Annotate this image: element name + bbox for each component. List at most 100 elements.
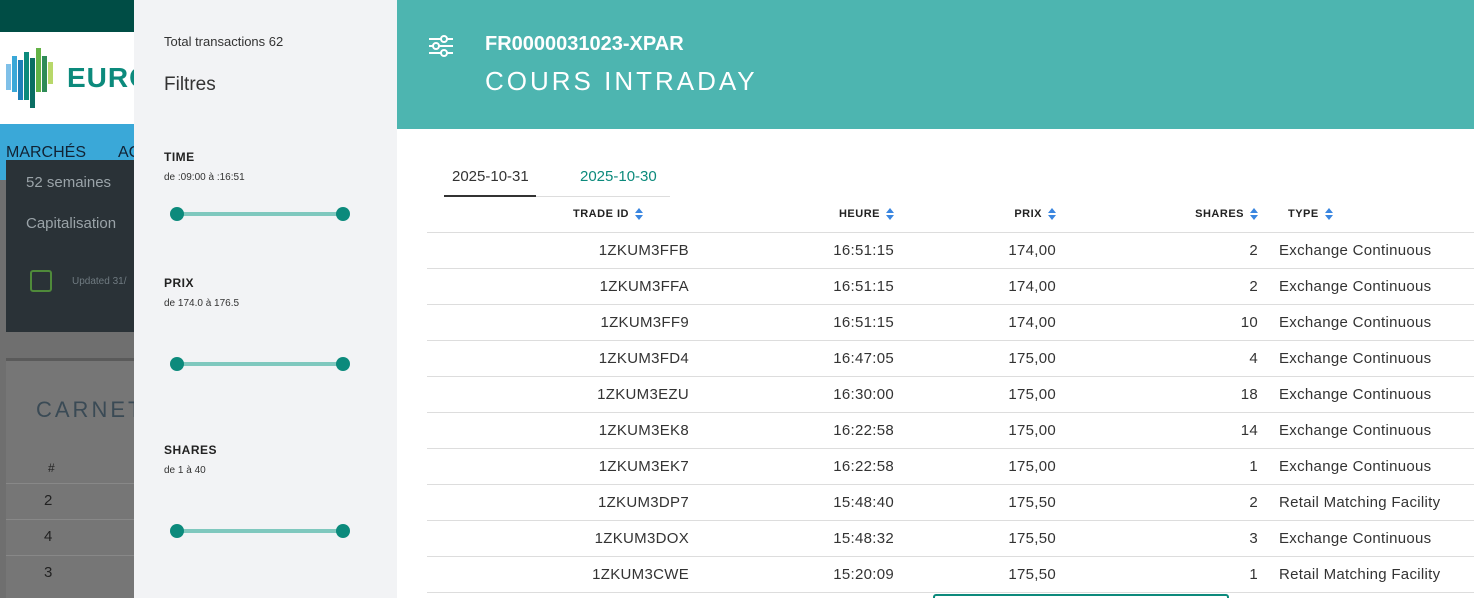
slider-track (174, 212, 346, 216)
sort-arrows-icon[interactable] (1324, 208, 1333, 221)
sort-arrows-icon[interactable] (1250, 208, 1258, 221)
prix-cell: 175,00 (894, 340, 1056, 377)
table-header-row: TRADE ID HEURE PRIX SHARES TYPE (427, 197, 1474, 233)
column-header-shares[interactable]: SHARES (1056, 197, 1258, 233)
prix-cell: 175,00 (894, 412, 1056, 449)
table-row: 1ZKUM3FFA 16:51:15 174,00 2 Exchange Continu… (427, 268, 1474, 305)
trade-id-cell: 1ZKUM3FF9 (427, 304, 689, 341)
filters-title: Filtres (164, 74, 216, 95)
filter-group-time: TIME de :09:00 à :16:51 (164, 150, 364, 183)
shares-cell: 1 (1056, 448, 1258, 485)
prix-cell: 174,00 (894, 232, 1056, 269)
carnet-hash-header: # (48, 461, 55, 475)
heure-cell: 16:51:15 (689, 304, 894, 341)
trade-id-cell: 1ZKUM3EK8 (427, 412, 689, 449)
heure-cell: 15:20:09 (689, 556, 894, 593)
prix-cell: 175,50 (894, 520, 1056, 557)
shares-cell: 2 (1056, 268, 1258, 305)
transactions-table: TRADE ID HEURE PRIX SHARES TYPE 1ZKUM3FF… (427, 197, 1474, 593)
filter-range-time: de :09:00 à :16:51 (164, 172, 245, 183)
column-header-type[interactable]: TYPE (1258, 197, 1474, 233)
time-range-slider[interactable] (170, 207, 350, 221)
filters-panel: Total transactions 62 Filtres TIME de :0… (134, 0, 397, 598)
euronext-logo-icon (6, 48, 53, 108)
panel-subtitle: COURS INTRADAY (485, 66, 758, 96)
heure-cell: 16:51:15 (689, 268, 894, 305)
slider-handle-max[interactable] (336, 357, 350, 371)
refresh-icon (30, 270, 52, 292)
table-row: 1ZKUM3EK7 16:22:58 175,00 1 Exchange Continu… (427, 448, 1474, 485)
column-header-heure[interactable]: HEURE (689, 197, 894, 233)
table-row: 1ZKUM3CWE 15:20:09 175,50 1 Retail Matching … (427, 556, 1474, 593)
trade-id-cell: 1ZKUM3DP7 (427, 484, 689, 521)
filter-group-shares: SHARES de 1 à 40 (164, 443, 364, 476)
date-tabs: 2025-10-31 2025-10-30 (444, 160, 670, 197)
type-cell: Exchange Continuous (1258, 232, 1474, 269)
total-transactions: Total transactions 62 (164, 34, 284, 49)
type-cell: Retail Matching Facility (1258, 484, 1474, 521)
table-row: 1ZKUM3FF9 16:51:15 174,00 10 Exchange Contin… (427, 304, 1474, 341)
table-row: 1ZKUM3DP7 15:48:40 175,50 2 Retail Matching … (427, 484, 1474, 521)
trade-id-cell: 1ZKUM3FFB (427, 232, 689, 269)
carnet-title: CARNET (36, 397, 145, 422)
trade-id-cell: 1ZKUM3EZU (427, 376, 689, 413)
heure-cell: 16:51:15 (689, 232, 894, 269)
prix-range-slider[interactable] (170, 357, 350, 371)
trade-id-cell: 1ZKUM3DOX (427, 520, 689, 557)
background-top-bar (0, 0, 134, 32)
shares-cell: 18 (1056, 376, 1258, 413)
type-cell: Exchange Continuous (1258, 376, 1474, 413)
slider-handle-max[interactable] (336, 524, 350, 538)
load-more-button[interactable] (933, 594, 1229, 598)
type-cell: Exchange Continuous (1258, 412, 1474, 449)
type-cell: Exchange Continuous (1258, 520, 1474, 557)
prix-cell: 175,00 (894, 376, 1056, 413)
table-row: 1ZKUM3EK8 16:22:58 175,00 14 Exchange Contin… (427, 412, 1474, 449)
shares-range-slider[interactable] (170, 524, 350, 538)
prix-cell: 174,00 (894, 268, 1056, 305)
filter-label-shares: SHARES (164, 443, 218, 457)
slider-handle-max[interactable] (336, 207, 350, 221)
slider-handle-min[interactable] (170, 524, 184, 538)
prix-cell: 175,00 (894, 448, 1056, 485)
filter-sliders-icon[interactable] (429, 35, 453, 57)
type-cell: Retail Matching Facility (1258, 556, 1474, 593)
heure-cell: 15:48:40 (689, 484, 894, 521)
column-header-trade-id[interactable]: TRADE ID (427, 197, 689, 233)
heure-cell: 16:30:00 (689, 376, 894, 413)
sort-arrows-icon[interactable] (886, 208, 894, 221)
shares-cell: 2 (1056, 484, 1258, 521)
shares-cell: 2 (1056, 232, 1258, 269)
slider-handle-min[interactable] (170, 207, 184, 221)
filter-group-prix: PRIX de 174.0 à 176.5 (164, 276, 364, 309)
tab-2025-10-31[interactable]: 2025-10-31 (452, 168, 529, 185)
sort-arrows-icon[interactable] (634, 208, 643, 221)
shares-cell: 14 (1056, 412, 1258, 449)
slider-handle-min[interactable] (170, 357, 184, 371)
prix-cell: 175,50 (894, 484, 1056, 521)
heure-cell: 16:47:05 (689, 340, 894, 377)
filter-label-time: TIME (164, 150, 195, 164)
table-row: 1ZKUM3DOX 15:48:32 175,50 3 Exchange Continu… (427, 520, 1474, 557)
column-header-prix[interactable]: PRIX (894, 197, 1056, 233)
carnet-row: 2 (6, 483, 134, 519)
trade-id-cell: 1ZKUM3EK7 (427, 448, 689, 485)
heure-cell: 16:22:58 (689, 412, 894, 449)
type-cell: Exchange Continuous (1258, 268, 1474, 305)
shares-cell: 4 (1056, 340, 1258, 377)
shares-cell: 3 (1056, 520, 1258, 557)
carnet-row: 3 (6, 555, 134, 591)
background-carnet-section: CARNET # 2 4 3 (6, 358, 141, 598)
tab-2025-10-30[interactable]: 2025-10-30 (580, 168, 657, 185)
updated-text: Updated 31/ (72, 276, 127, 287)
slider-track (174, 529, 346, 533)
card-line-52-weeks: 52 semaines (26, 174, 112, 191)
background-info-card: 52 semaines Capitalisation Updated 31/ (6, 160, 134, 332)
card-line-capitalisation: Capitalisation (26, 215, 117, 232)
sort-arrows-icon[interactable] (1048, 208, 1056, 221)
heure-cell: 15:48:32 (689, 520, 894, 557)
filter-range-shares: de 1 à 40 (164, 465, 206, 476)
prix-cell: 174,00 (894, 304, 1056, 341)
type-cell: Exchange Continuous (1258, 304, 1474, 341)
trade-id-cell: 1ZKUM3CWE (427, 556, 689, 593)
